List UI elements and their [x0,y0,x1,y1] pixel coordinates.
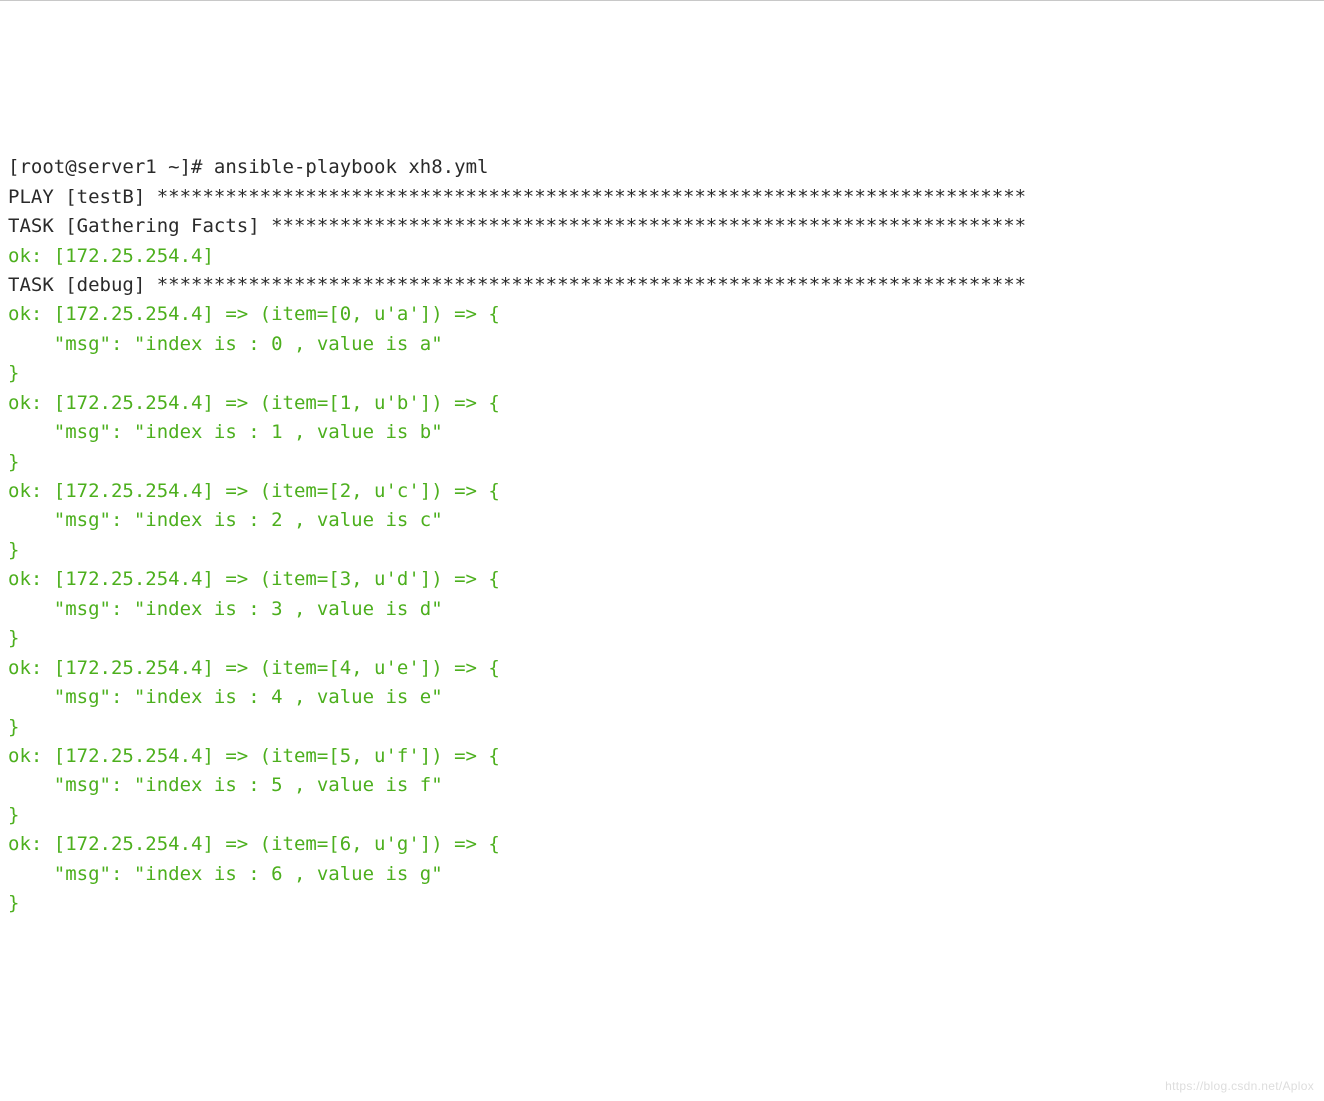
debug-item-close-1: } [8,448,1316,477]
debug-item-msg-5: "msg": "index is : 5 , value is f" [8,771,1316,800]
debug-item-msg-4: "msg": "index is : 4 , value is e" [8,683,1316,712]
debug-item-close-4: } [8,713,1316,742]
debug-item-head-4: ok: [172.25.254.4] => (item=[4, u'e']) =… [8,654,1316,683]
debug-item-msg-2: "msg": "index is : 2 , value is c" [8,506,1316,535]
command-line: [root@server1 ~]# ansible-playbook xh8.y… [8,153,1316,182]
terminal-output: [root@server1 ~]# ansible-playbook xh8.y… [8,153,1316,918]
debug-item-head-1: ok: [172.25.254.4] => (item=[1, u'b']) =… [8,389,1316,418]
watermark-text: https://blog.csdn.net/Aplox [1165,1077,1314,1096]
task-gathering-header: TASK [Gathering Facts] *****************… [8,212,1316,241]
gathering-ok: ok: [172.25.254.4] [8,242,1316,271]
debug-item-head-0: ok: [172.25.254.4] => (item=[0, u'a']) =… [8,300,1316,329]
debug-item-close-2: } [8,536,1316,565]
top-border [0,0,1324,1]
shell-prompt: [root@server1 ~]# [8,156,214,178]
shell-command: ansible-playbook xh8.yml [214,156,489,178]
debug-item-head-6: ok: [172.25.254.4] => (item=[6, u'g']) =… [8,830,1316,859]
debug-item-close-6: } [8,889,1316,918]
debug-item-msg-6: "msg": "index is : 6 , value is g" [8,860,1316,889]
debug-item-head-3: ok: [172.25.254.4] => (item=[3, u'd']) =… [8,565,1316,594]
debug-item-head-5: ok: [172.25.254.4] => (item=[5, u'f']) =… [8,742,1316,771]
debug-item-close-5: } [8,801,1316,830]
debug-item-msg-0: "msg": "index is : 0 , value is a" [8,330,1316,359]
debug-item-msg-1: "msg": "index is : 1 , value is b" [8,418,1316,447]
debug-item-msg-3: "msg": "index is : 3 , value is d" [8,595,1316,624]
task-debug-header: TASK [debug] ***************************… [8,271,1316,300]
play-header: PLAY [testB] ***************************… [8,183,1316,212]
debug-item-close-0: } [8,359,1316,388]
debug-item-close-3: } [8,624,1316,653]
debug-item-head-2: ok: [172.25.254.4] => (item=[2, u'c']) =… [8,477,1316,506]
